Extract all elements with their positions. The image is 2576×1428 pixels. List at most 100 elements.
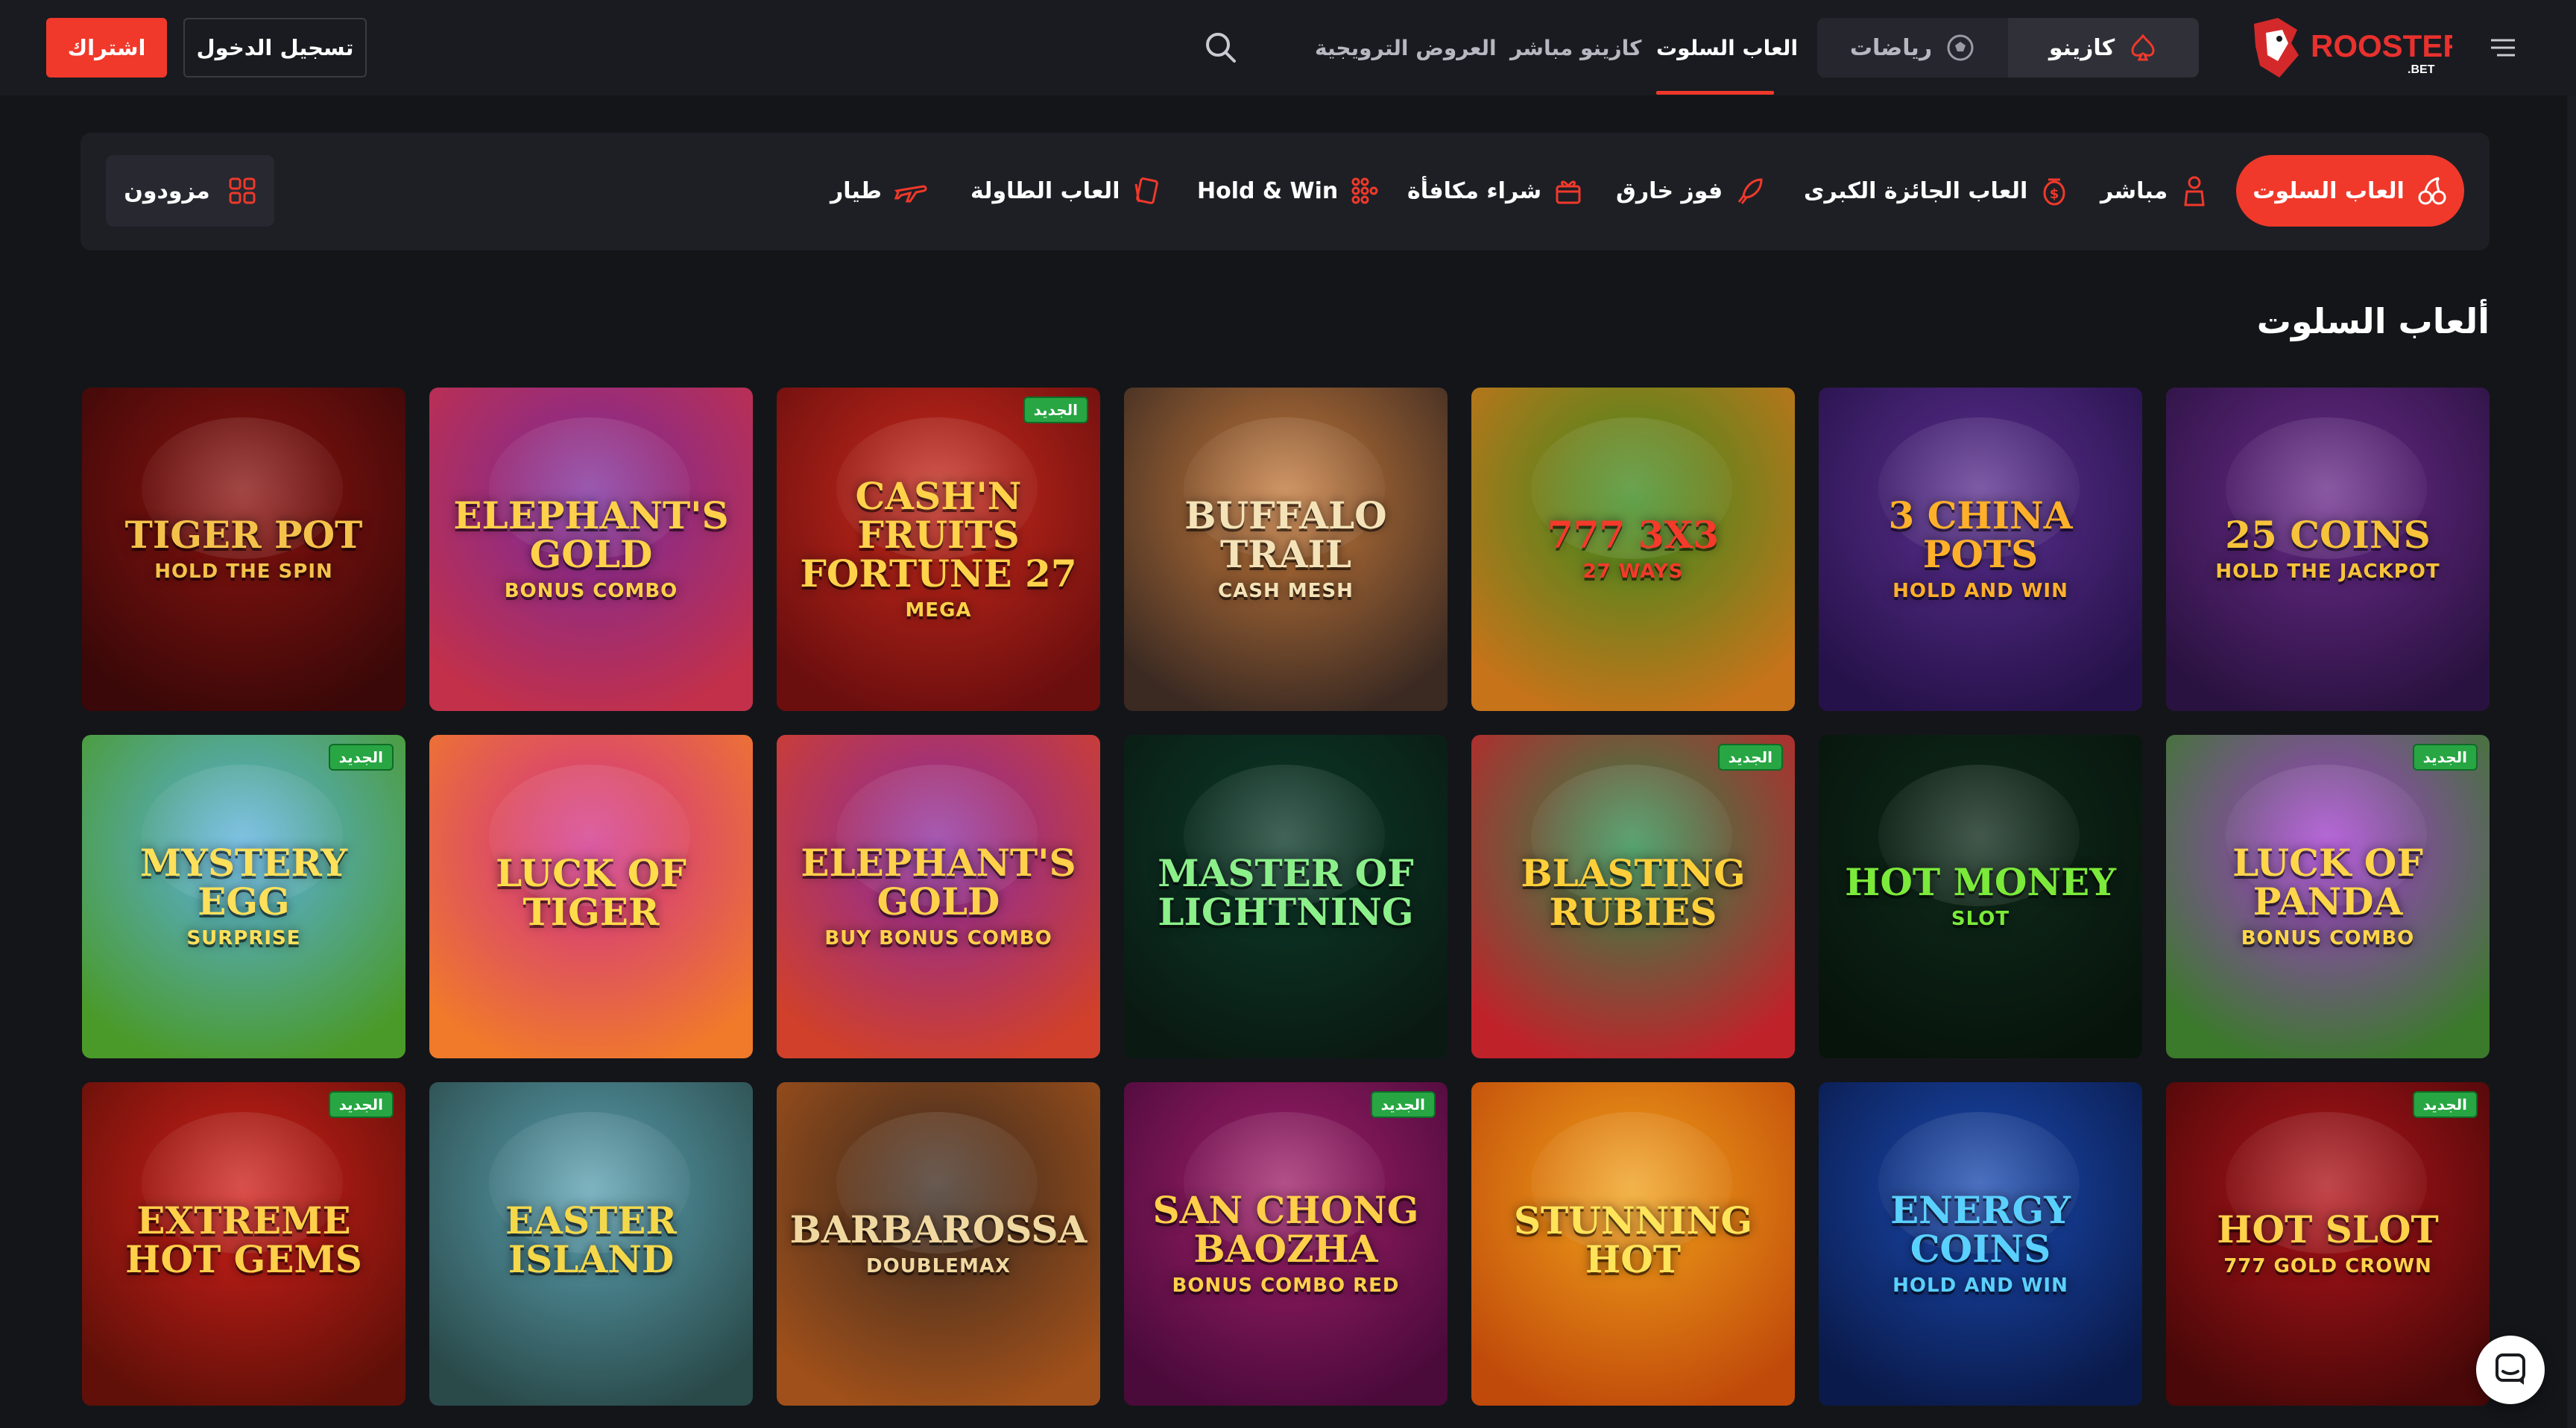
game-title: ELEPHANT'S GOLD BONUS COMBO <box>429 496 753 601</box>
game-title-text: BARBAROSSA <box>789 1207 1087 1252</box>
category-table-games[interactable]: العاب الطاولة <box>970 155 1163 227</box>
category-slots[interactable]: العاب السلوت <box>2236 155 2464 227</box>
soccer-ball-icon <box>1947 34 1974 61</box>
game-tile[interactable]: TIGER POT HOLD THE SPIN <box>82 388 405 711</box>
game-tile[interactable]: EXTREME HOT GEMS الجديد <box>82 1082 405 1406</box>
game-title: EXTREME HOT GEMS <box>82 1201 405 1286</box>
cards-icon <box>1135 177 1159 204</box>
logo-sub: .BET <box>2408 63 2435 76</box>
gift-icon <box>1556 180 1581 204</box>
category-live-label: مباشر <box>2100 177 2168 204</box>
game-tile[interactable]: HOT SLOT 777 GOLD CROWN الجديد <box>2166 1082 2490 1406</box>
nav-slots[interactable]: العاب السلوت <box>1656 0 1798 95</box>
game-title-text: HOT MONEY <box>1845 860 2116 905</box>
game-subtitle: HOLD AND WIN <box>1892 1274 2068 1298</box>
game-tile[interactable]: ENERGY COINS HOLD AND WIN <box>1819 1082 2142 1406</box>
category-mega-win-label: فوز خارق <box>1616 177 1723 204</box>
providers-button[interactable]: مزودون <box>106 155 274 227</box>
game-subtitle: BUY BONUS COMBO <box>824 927 1052 950</box>
game-tile[interactable]: BARBAROSSA DOUBLEMAX <box>777 1082 1100 1406</box>
game-title: HOT MONEY Slot <box>1830 863 2131 929</box>
game-title: 3 CHINA POTS HOLD AND WIN <box>1819 496 2142 601</box>
signup-button[interactable]: اشتراك <box>46 18 167 78</box>
game-tile[interactable]: MASTER OF LIGHTNING <box>1124 735 1448 1058</box>
new-badge: الجديد <box>1717 744 1783 771</box>
game-title: SAN CHONG BAOZHA BONUS COMBO RED <box>1124 1191 1448 1296</box>
game-title-text: HOT SLOT <box>2217 1207 2439 1252</box>
game-subtitle: MEGA <box>905 599 972 622</box>
nav-promotions[interactable]: العروض الترويجية <box>1315 0 1497 95</box>
game-title-text: EXTREME HOT GEMS <box>125 1198 362 1281</box>
new-badge: الجديد <box>2412 1091 2478 1118</box>
game-subtitle: HOLD AND WIN <box>1892 580 2068 603</box>
search-icon[interactable] <box>1202 28 1240 67</box>
game-title: 25 COINS HOLD THE JACKPOT <box>2200 516 2455 582</box>
games-grid: 25 COINS HOLD THE JACKPOT 3 CHINA POTS HOLD… <box>80 388 2490 1428</box>
providers-label: مزودون <box>124 177 210 204</box>
game-title: ENERGY COINS HOLD AND WIN <box>1819 1191 2142 1296</box>
game-title: HOT SLOT 777 GOLD CROWN <box>2202 1210 2453 1277</box>
new-badge: الجديد <box>1023 397 1088 423</box>
game-title: EASTER ISLAND <box>429 1201 753 1286</box>
game-tile[interactable]: LUCK OF PANDA BONUS COMBO الجديد <box>2166 735 2490 1058</box>
game-tile[interactable]: LUCK OF TIGER <box>429 735 753 1058</box>
game-tile[interactable]: MYSTERY EGG SURPRISE الجديد <box>82 735 405 1058</box>
new-badge: الجديد <box>328 1091 394 1118</box>
chat-button[interactable] <box>2476 1336 2545 1404</box>
category-crash-label: طيار <box>830 177 883 204</box>
game-subtitle: HOLD THE SPIN <box>154 560 333 584</box>
game-tile[interactable]: STUNNING HOT <box>1471 1082 1795 1406</box>
coin-icon: $ <box>2043 178 2065 206</box>
game-tile[interactable]: Cash'n Fruits Fortune 27 MEGA الجديد <box>777 388 1100 711</box>
login-button[interactable]: تسجيل الدخول <box>183 18 367 78</box>
game-title: LUCK OF PANDA BONUS COMBO <box>2166 844 2490 949</box>
game-title-text: 777 3X3 <box>1547 513 1720 557</box>
category-mega-win[interactable]: فوز خارق <box>1616 155 1766 227</box>
category-live[interactable]: مباشر <box>2100 155 2209 227</box>
scrollbar[interactable] <box>2567 95 2576 1428</box>
segment-casino[interactable]: كازينو <box>2008 18 2199 78</box>
game-tile[interactable]: BUFFALO TRAIL CASH MESH <box>1124 388 1448 711</box>
segment-sports[interactable]: رياضات <box>1817 18 2008 78</box>
game-title-text: BUFFALO TRAIL <box>1184 493 1387 577</box>
category-hold-win[interactable]: Hold & Win <box>1197 155 1380 227</box>
category-bonus-buy[interactable]: شراء مكافأة <box>1407 155 1583 227</box>
game-title: BUFFALO TRAIL CASH MESH <box>1124 496 1448 601</box>
cherries-icon <box>2418 177 2446 205</box>
game-title: LUCK OF TIGER <box>429 854 753 939</box>
category-crash[interactable]: طيار <box>830 155 928 227</box>
game-tile[interactable]: ELEPHANT'S GOLD BUY BONUS COMBO <box>777 735 1100 1058</box>
grid-icon <box>229 177 256 204</box>
category-jackpot[interactable]: العاب الجائزة الكبرى $ <box>1804 155 2069 227</box>
nav-active-indicator <box>1656 91 1774 95</box>
segment-casino-label: كازينو <box>2048 34 2115 61</box>
game-title-text: BLASTING RUBIES <box>1521 851 1746 934</box>
game-tile[interactable]: ELEPHANT'S GOLD BONUS COMBO <box>429 388 753 711</box>
game-tile[interactable]: 3 CHINA POTS HOLD AND WIN <box>1819 388 2142 711</box>
game-subtitle: HOLD THE JACKPOT <box>2215 560 2440 584</box>
game-tile[interactable]: BLASTING RUBIES الجديد <box>1471 735 1795 1058</box>
rooster-logo[interactable]: ROOSTER .BET <box>2245 13 2466 82</box>
logo-text: ROOSTER <box>2311 28 2452 63</box>
game-tile[interactable]: SAN CHONG BAOZHA BONUS COMBO RED الجديد <box>1124 1082 1448 1406</box>
svg-text:$: $ <box>2050 186 2059 202</box>
game-title-text: SAN CHONG BAOZHA <box>1152 1188 1419 1271</box>
new-badge: الجديد <box>328 744 394 771</box>
menu-icon[interactable] <box>2488 33 2518 63</box>
rocket-icon <box>1737 178 1763 204</box>
game-title-text: EASTER ISLAND <box>505 1198 677 1281</box>
nav-live-casino[interactable]: كازينو مباشر <box>1510 0 1641 95</box>
game-tile[interactable]: 25 COINS HOLD THE JACKPOT <box>2166 388 2490 711</box>
game-subtitle: SURPRISE <box>186 927 301 950</box>
game-tile[interactable]: 777 3X3 27 WAYS <box>1471 388 1795 711</box>
game-tile[interactable]: HOT MONEY Slot <box>1819 735 2142 1058</box>
category-slots-label: العاب السلوت <box>2253 177 2405 204</box>
game-title-text: TIGER POT <box>124 513 363 557</box>
new-badge: الجديد <box>1370 1091 1436 1118</box>
game-title-text: 25 COINS <box>2225 513 2431 557</box>
game-subtitle: BONUS COMBO RED <box>1172 1274 1400 1298</box>
game-title: 777 3X3 27 WAYS <box>1532 516 1734 582</box>
game-tile[interactable]: EASTER ISLAND <box>429 1082 753 1406</box>
game-title-text: MYSTERY EGG <box>139 841 348 924</box>
chat-icon <box>2496 1353 2525 1385</box>
